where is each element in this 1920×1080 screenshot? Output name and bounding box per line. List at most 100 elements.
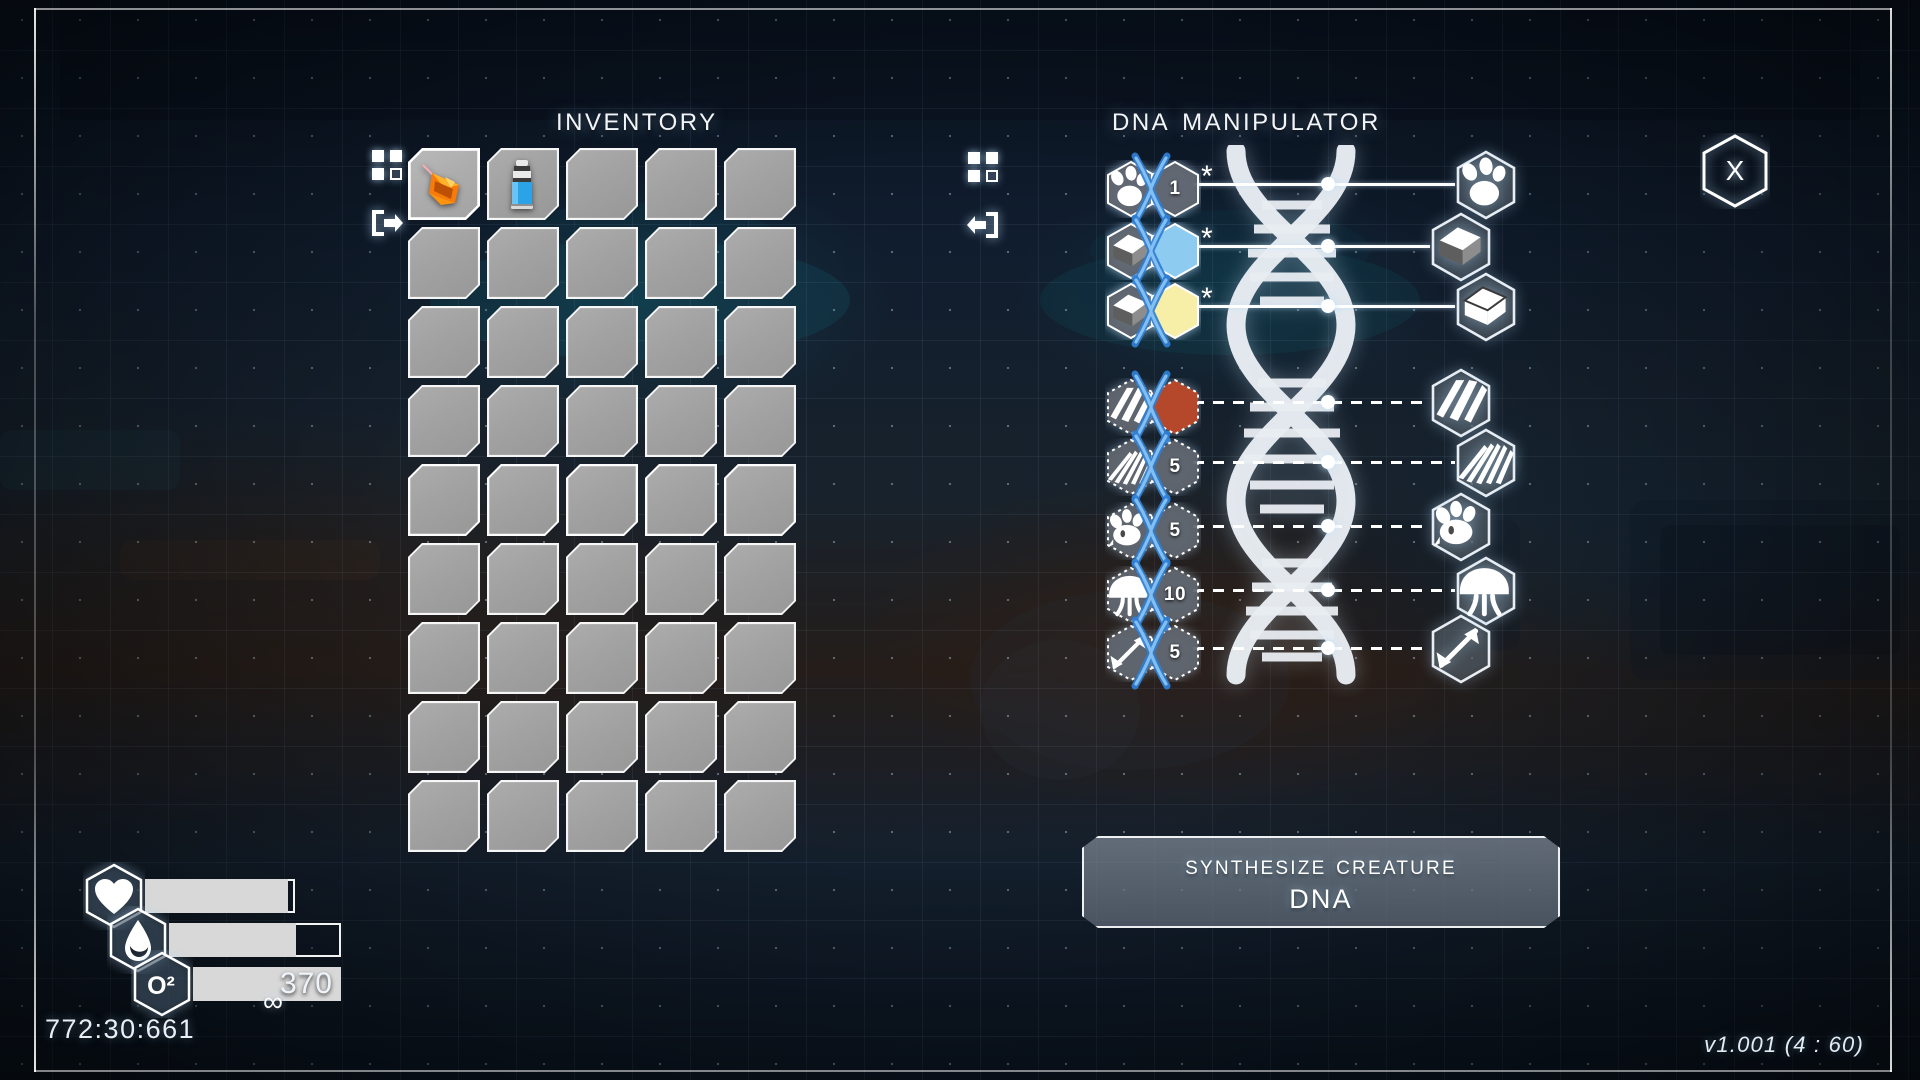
inventory-slot-empty[interactable]	[724, 148, 796, 220]
inventory-title: Inventory	[556, 100, 718, 138]
inventory-slot-empty[interactable]	[724, 780, 796, 852]
inventory-slot-empty[interactable]	[566, 306, 638, 378]
inventory-slot-empty[interactable]	[645, 148, 717, 220]
dna-side-controls	[966, 152, 1000, 240]
slot-border	[566, 543, 638, 615]
inventory-slot-empty[interactable]	[645, 464, 717, 536]
helix-node-dot	[1321, 239, 1335, 253]
gene-result-hex[interactable]	[1455, 150, 1517, 220]
gene-available-marker: *	[1201, 160, 1213, 193]
inventory-slot-empty[interactable]	[645, 701, 717, 773]
slot-border	[408, 622, 480, 694]
inventory-slot-empty[interactable]	[566, 622, 638, 694]
slot-border	[487, 543, 559, 615]
exit-icon[interactable]	[370, 208, 404, 238]
slot-border	[566, 780, 638, 852]
helix-node-dot	[1321, 455, 1335, 469]
inventory-slot-empty[interactable]	[408, 306, 480, 378]
inventory-slot-empty[interactable]	[645, 780, 717, 852]
slot-border	[645, 701, 717, 773]
gene-available-marker: *	[1201, 282, 1213, 315]
slot-border	[724, 227, 796, 299]
inventory-slot-filled[interactable]	[408, 148, 480, 220]
gene-connector-left	[1193, 647, 1325, 650]
inventory-slot-empty[interactable]	[408, 464, 480, 536]
inventory-slot-empty[interactable]	[645, 385, 717, 457]
inventory-slot-empty[interactable]	[645, 622, 717, 694]
creature-icon	[1430, 492, 1492, 562]
inventory-slot-empty[interactable]	[566, 148, 638, 220]
inventory-slot-empty[interactable]	[408, 543, 480, 615]
inventory-slot-empty[interactable]	[566, 385, 638, 457]
gene-connector-right	[1331, 525, 1430, 528]
inventory-slot-empty[interactable]	[487, 780, 559, 852]
inventory-slot-empty[interactable]	[645, 227, 717, 299]
inventory-slot-empty[interactable]	[724, 701, 796, 773]
slot-border	[724, 148, 796, 220]
gene-result-hex[interactable]	[1455, 428, 1517, 498]
gene-right-hex-badge[interactable]	[1149, 502, 1201, 560]
inventory-slot-empty[interactable]	[645, 543, 717, 615]
grid-view-icon[interactable]	[968, 152, 998, 182]
inventory-slot-empty[interactable]	[645, 306, 717, 378]
gene-connector-right	[1331, 401, 1430, 404]
synthesize-creature-dna-button[interactable]: Synthesize creature DNA	[1082, 836, 1560, 928]
gene-right-hex-badge[interactable]	[1149, 624, 1201, 682]
screen-frame-right	[1890, 8, 1892, 1072]
gene-node[interactable]	[1105, 272, 1201, 350]
inventory-slot-empty[interactable]	[724, 227, 796, 299]
inventory-slot-empty[interactable]	[724, 385, 796, 457]
game-timer: 772:30:661	[45, 1014, 196, 1044]
arrow-size-icon	[1430, 614, 1492, 684]
helix-node-dot	[1321, 177, 1335, 191]
inventory-slot-empty[interactable]	[566, 543, 638, 615]
dna-manipulator-title: DNA Manipulator	[1112, 100, 1381, 138]
inventory-slot-empty[interactable]	[487, 227, 559, 299]
inventory-slot-empty[interactable]	[487, 701, 559, 773]
gene-result-hex[interactable]	[1430, 492, 1492, 562]
inventory-slot-empty[interactable]	[408, 385, 480, 457]
version-label: v1.001 (4 : 60)	[1704, 1032, 1864, 1057]
inventory-slot-empty[interactable]	[408, 227, 480, 299]
inventory-slot-empty[interactable]	[487, 385, 559, 457]
close-button[interactable]: X	[1700, 133, 1770, 209]
inventory-slot-empty[interactable]	[724, 622, 796, 694]
inventory-slot-empty[interactable]	[566, 227, 638, 299]
inventory-slot-empty[interactable]	[487, 306, 559, 378]
inventory-slot-empty[interactable]	[408, 622, 480, 694]
gene-node[interactable]: 5	[1105, 614, 1201, 692]
slot-border	[408, 385, 480, 457]
item-blue-spray-bottle[interactable]	[494, 155, 552, 213]
inventory-slot-filled[interactable]	[487, 148, 559, 220]
back-icon[interactable]	[966, 210, 1000, 240]
gene-right-hex-color[interactable]	[1149, 282, 1201, 340]
inventory-slot-empty[interactable]	[724, 306, 796, 378]
inventory-slot-empty[interactable]	[566, 780, 638, 852]
slot-border	[487, 780, 559, 852]
slot-border	[724, 464, 796, 536]
item-orange-meat-chunk[interactable]	[415, 155, 473, 213]
inventory-slot-empty[interactable]	[408, 780, 480, 852]
gene-connector-right	[1331, 305, 1455, 308]
inventory-slot-empty[interactable]	[724, 543, 796, 615]
helix-node-dot	[1321, 519, 1335, 533]
inventory-slot-empty[interactable]	[724, 464, 796, 536]
slot-border	[487, 464, 559, 536]
inventory-slot-empty[interactable]	[566, 464, 638, 536]
inventory-slot-empty[interactable]	[566, 701, 638, 773]
inventory-slot-empty[interactable]	[487, 543, 559, 615]
inventory-slot-empty[interactable]	[408, 701, 480, 773]
slot-border	[566, 464, 638, 536]
slot-border	[645, 385, 717, 457]
grid-view-icon[interactable]	[372, 150, 402, 180]
gene-right-hex-badge[interactable]	[1149, 438, 1201, 496]
screen-frame-top	[34, 8, 1892, 10]
gene-right-hex-badge[interactable]	[1149, 160, 1201, 218]
player-status-hud: O² 370 ∞ 772:30:661	[45, 844, 425, 1044]
inventory-slot-empty[interactable]	[487, 622, 559, 694]
inventory-grid[interactable]	[408, 148, 796, 852]
gene-result-hex[interactable]	[1430, 614, 1492, 684]
gene-result-hex[interactable]	[1455, 272, 1517, 342]
rays-icon	[1455, 428, 1517, 498]
inventory-slot-empty[interactable]	[487, 464, 559, 536]
